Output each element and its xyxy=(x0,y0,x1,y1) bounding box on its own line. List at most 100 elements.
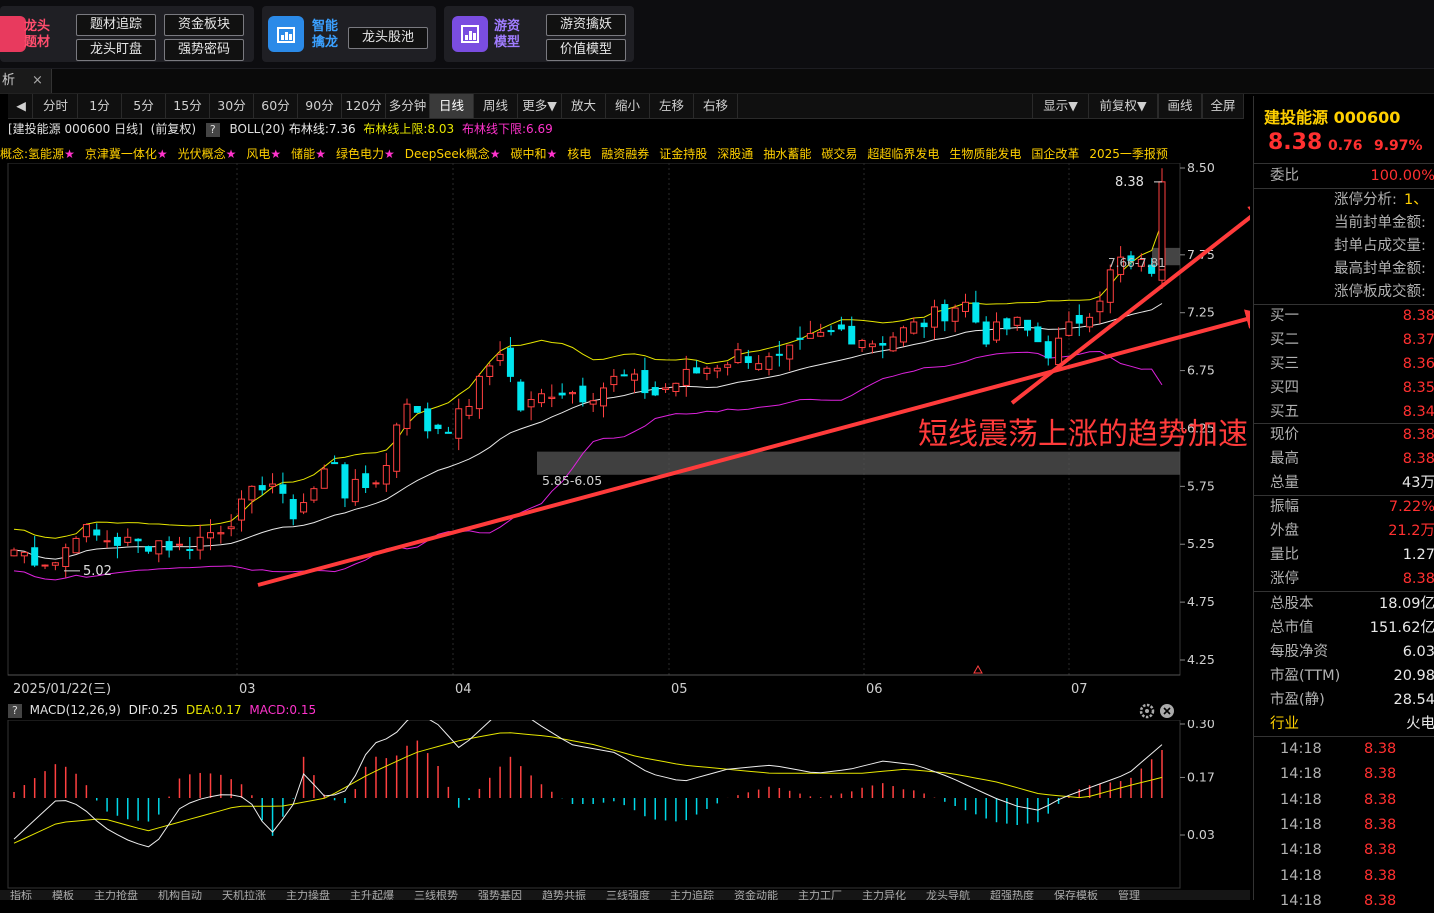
macd-y-tick-label: 0.03 xyxy=(1187,827,1215,842)
concept-tag[interactable]: 碳交易 xyxy=(821,147,857,161)
indicator-label[interactable]: BOLL(20) xyxy=(230,122,285,136)
concept-tag[interactable]: 国企改革 xyxy=(1031,147,1079,161)
candle-body xyxy=(1075,314,1083,324)
star-icon: ★ xyxy=(64,147,75,161)
concept-tag[interactable]: 证金持股 xyxy=(659,147,707,161)
period-button-15[interactable]: 右移 xyxy=(694,94,738,118)
period-button-3[interactable]: 15分 xyxy=(166,94,210,118)
bottom-tab[interactable]: 资金动能 xyxy=(734,890,778,900)
leader-pool-button[interactable]: 龙头股池 xyxy=(348,27,428,49)
bottom-tab[interactable]: 主升起爆 xyxy=(350,890,394,900)
toolbar-right-button-1[interactable]: 前复权▼ xyxy=(1088,94,1158,118)
tick-row: 14:18 8.38 xyxy=(1254,737,1434,761)
tick-row: 14:18 8.38 xyxy=(1254,889,1434,913)
bottom-tab[interactable]: 管理 xyxy=(1118,890,1140,900)
bid-label: 买三 xyxy=(1270,356,1299,372)
limit-analysis-row: 涨停分析: 1、 xyxy=(1254,189,1434,212)
period-button-13[interactable]: 缩小 xyxy=(606,94,650,118)
bottom-tab[interactable]: 模板 xyxy=(52,890,74,900)
candle-body xyxy=(682,368,690,386)
candle-body xyxy=(496,353,504,362)
candle-body xyxy=(227,526,235,530)
period-button-11[interactable]: 更多▼ xyxy=(518,94,562,118)
close-tab-icon[interactable]: × xyxy=(32,69,43,93)
period-button-5[interactable]: 60分 xyxy=(254,94,298,118)
back-button[interactable]: ◀ xyxy=(10,94,33,118)
concept-tag[interactable]: DeepSeek概念★ xyxy=(405,147,501,161)
macd-help-icon[interactable]: ? xyxy=(8,704,22,718)
bottom-tab[interactable]: 主力追踪 xyxy=(670,890,714,900)
candle-body xyxy=(930,306,938,328)
leader-watch-button[interactable]: 龙头盯盘 xyxy=(76,39,156,61)
gear-icon[interactable] xyxy=(1139,703,1155,719)
concept-tag[interactable]: 抽水蓄能 xyxy=(763,147,811,161)
concept-tag[interactable]: 深股通 xyxy=(717,147,753,161)
period-button-0[interactable]: 分时 xyxy=(34,94,78,118)
bottom-tab[interactable]: 主力抢盘 xyxy=(94,890,138,900)
period-button-14[interactable]: 左移 xyxy=(650,94,694,118)
candle-body xyxy=(755,363,763,370)
stat-value: 8.38 xyxy=(1402,451,1434,467)
bottom-tab[interactable]: 主力异化 xyxy=(862,890,906,900)
bottom-tab[interactable]: 保存模板 xyxy=(1054,890,1098,900)
concept-tag[interactable]: 生物质能发电 xyxy=(949,147,1021,161)
help-icon[interactable]: ? xyxy=(205,123,220,137)
tab-analysis[interactable]: 析 × xyxy=(0,69,52,93)
bottom-tab[interactable]: 指标 xyxy=(10,890,32,900)
bottom-tab[interactable]: 机构自动 xyxy=(158,890,202,900)
period-button-12[interactable]: 放大 xyxy=(562,94,606,118)
concept-tag[interactable]: 储能★ xyxy=(291,147,326,161)
bottom-tab[interactable]: 主力工厂 xyxy=(798,890,842,900)
concept-tag[interactable]: 风电★ xyxy=(246,147,281,161)
concept-tag[interactable]: 融资融券 xyxy=(601,147,649,161)
bottom-tab[interactable]: 强势基因 xyxy=(478,890,522,900)
hot-money-demon-button[interactable]: 游资擒妖 xyxy=(546,14,626,36)
toolbar-right-button-0[interactable]: 显示▼ xyxy=(1032,94,1089,118)
bottom-tab[interactable]: 三线根势 xyxy=(414,890,458,900)
period-button-10[interactable]: 周线 xyxy=(474,94,518,118)
toolbar-right-button-2[interactable]: 画线 xyxy=(1158,94,1202,118)
bid-price: 8.38 xyxy=(1402,308,1434,324)
strength-code-button[interactable]: 强势密码 xyxy=(164,39,244,61)
candle-body xyxy=(568,392,576,395)
concept-tag[interactable]: 2025一季报预 xyxy=(1089,147,1168,161)
candle-body xyxy=(455,408,463,439)
candle-body xyxy=(10,549,18,557)
x-tick-label: 06 xyxy=(866,682,883,697)
concept-tag[interactable]: 氢能源★ xyxy=(28,147,75,161)
candlestick-chart[interactable]: 8.507.757.256.756.255.755.254.754.252025… xyxy=(0,163,1250,698)
candle-body xyxy=(817,331,825,337)
bid-label: 买一 xyxy=(1270,308,1299,324)
concept-tag[interactable]: 超超临界发电 xyxy=(867,147,939,161)
macd-name[interactable]: MACD(12,26,9) xyxy=(30,703,121,717)
fund-sector-button[interactable]: 资金板块 xyxy=(164,14,244,36)
period-button-1[interactable]: 1分 xyxy=(78,94,122,118)
period-button-9[interactable]: 日线 xyxy=(430,94,474,118)
bottom-tab[interactable]: 主力操盘 xyxy=(286,890,330,900)
concept-tag[interactable]: 绿色电力★ xyxy=(336,147,395,161)
bottom-tab[interactable]: 龙头导航 xyxy=(926,890,970,900)
x-tick-label: 04 xyxy=(455,682,472,697)
bottom-tab[interactable]: 趋势共振 xyxy=(542,890,586,900)
concept-tag[interactable]: 光伏概念★ xyxy=(178,147,237,161)
value-model-button[interactable]: 价值模型 xyxy=(546,39,626,61)
theme-tracking-button[interactable]: 题材追踪 xyxy=(76,14,156,36)
close-panel-icon[interactable] xyxy=(1160,704,1174,718)
period-button-2[interactable]: 5分 xyxy=(122,94,166,118)
period-button-7[interactable]: 120分 xyxy=(342,94,386,118)
period-button-6[interactable]: 90分 xyxy=(298,94,342,118)
bottom-tab[interactable]: 超强热度 xyxy=(990,890,1034,900)
concept-tag[interactable]: 京津冀一体化★ xyxy=(85,147,168,161)
bottom-tab[interactable]: 天机拉涨 xyxy=(222,890,266,900)
period-button-4[interactable]: 30分 xyxy=(210,94,254,118)
concept-tag[interactable]: 碳中和★ xyxy=(510,147,557,161)
banner-group-zhineng: 智能 擒龙 龙头股池 xyxy=(262,6,436,62)
period-button-8[interactable]: 多分钟 xyxy=(386,94,430,118)
toolbar-right-button-3[interactable]: 全屏 xyxy=(1202,94,1244,118)
bottom-tab[interactable]: 三线强度 xyxy=(606,890,650,900)
candle-body xyxy=(879,343,887,346)
candle-body xyxy=(320,468,328,489)
chart-toolbar: ◀ 分时 1分 5分 15分 30分 60分 90分 120分 多分钟 日线 周线 更多▼ 放大 缩小 左移右… xyxy=(8,94,1244,119)
concept-tag[interactable]: 核电 xyxy=(567,147,591,161)
macd-chart[interactable]: 0.30 0.17 0.03 xyxy=(0,720,1250,890)
